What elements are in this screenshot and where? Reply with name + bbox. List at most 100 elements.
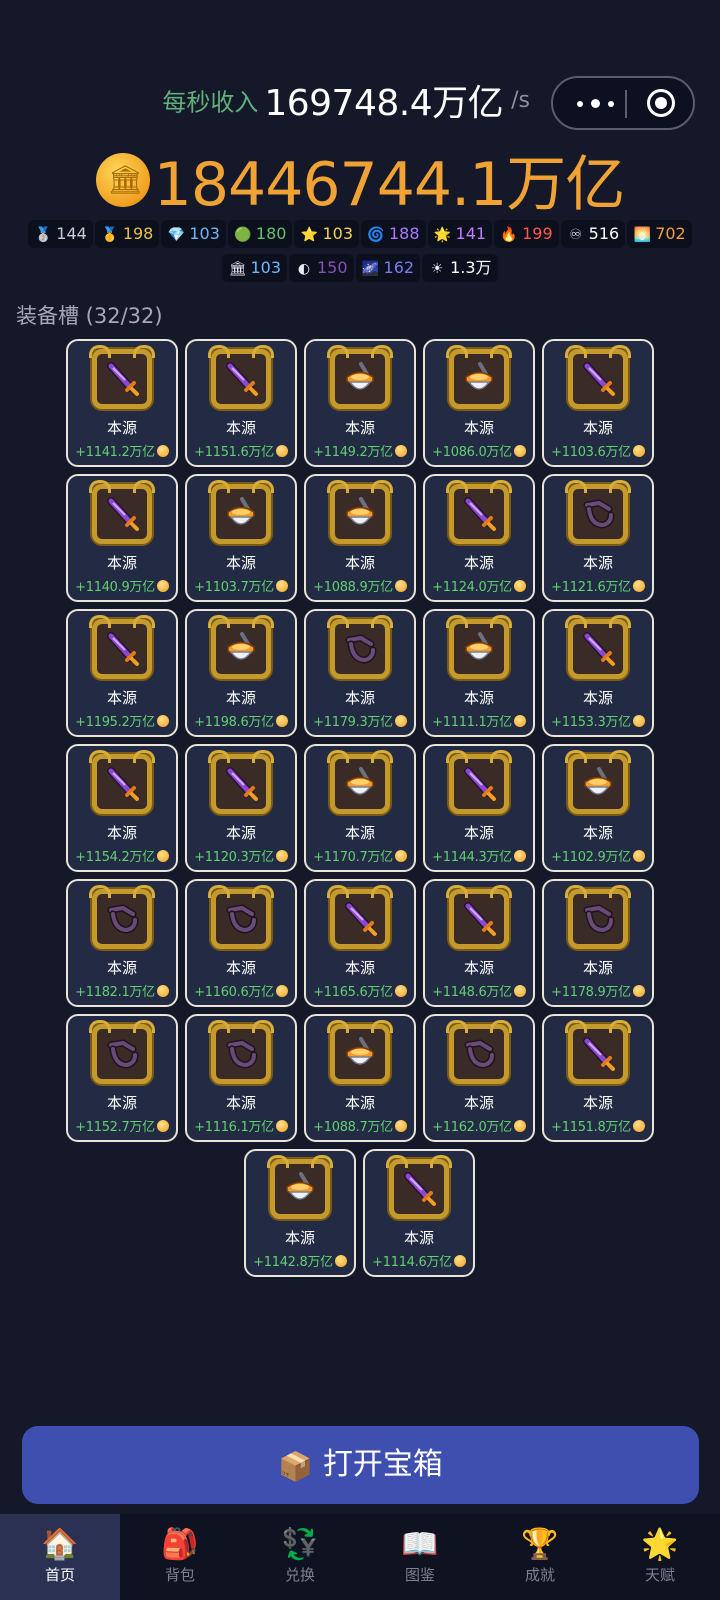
equipment-sword-icon bbox=[446, 750, 512, 814]
equipment-card[interactable]: 本源 +1160.6万亿 bbox=[185, 879, 297, 1007]
equipment-card[interactable]: 本源 +1178.9万亿 bbox=[542, 879, 654, 1007]
coin-icon bbox=[632, 850, 645, 862]
equipment-card[interactable]: 本源 +1111.1万亿 bbox=[423, 609, 535, 737]
equipment-card[interactable]: 本源 +1124.0万亿 bbox=[423, 474, 535, 602]
equipment-anchor-icon bbox=[208, 1020, 274, 1084]
coin-icon bbox=[156, 985, 169, 997]
tab-starburst[interactable]: 🌟 天赋 bbox=[600, 1514, 720, 1600]
tab-home[interactable]: 🏠 首页 bbox=[0, 1514, 120, 1600]
equipment-cauldron-icon bbox=[446, 615, 512, 679]
equipment-card[interactable]: 本源 +1195.2万亿 bbox=[66, 609, 178, 737]
equipment-card[interactable]: 本源 +1151.8万亿 bbox=[542, 1014, 654, 1142]
coin-icon bbox=[513, 715, 526, 727]
tab-book[interactable]: 📖 图鉴 bbox=[360, 1514, 480, 1600]
equipment-anchor-icon bbox=[327, 615, 393, 679]
capsule-divider bbox=[625, 90, 627, 118]
equipment-name: 本源 bbox=[582, 419, 613, 437]
equipment-card[interactable]: 本源 +1103.6万亿 bbox=[542, 339, 654, 467]
tab-backpack[interactable]: 🎒 背包 bbox=[120, 1514, 240, 1600]
equipment-card[interactable]: 本源 +1149.2万亿 bbox=[304, 339, 416, 467]
equipment-income: +1179.3万亿 bbox=[306, 711, 414, 730]
equipment-name: 本源 bbox=[344, 554, 375, 572]
equipment-name: 本源 bbox=[582, 689, 613, 707]
equipment-card[interactable]: 本源 +1144.3万亿 bbox=[423, 744, 535, 872]
equipment-anchor-icon bbox=[565, 480, 631, 544]
equipment-card[interactable]: 本源 +1151.6万亿 bbox=[185, 339, 297, 467]
equipment-card[interactable]: 本源 +1086.0万亿 bbox=[423, 339, 535, 467]
open-chest-button[interactable]: 📦 打开宝箱 bbox=[22, 1426, 699, 1504]
equipment-card[interactable]: 本源 +1140.9万亿 bbox=[66, 474, 178, 602]
close-target-icon[interactable] bbox=[647, 89, 675, 117]
more-menu-icon[interactable] bbox=[573, 92, 629, 114]
tab-label: 兑换 bbox=[284, 1566, 315, 1584]
coin-icon bbox=[156, 445, 169, 457]
equipment-card[interactable]: 本源 +1148.6万亿 bbox=[423, 879, 535, 1007]
equipment-card[interactable]: 本源 +1162.0万亿 bbox=[423, 1014, 535, 1142]
equipment-income: +1102.9万亿 bbox=[544, 846, 652, 865]
coin-icon bbox=[513, 1120, 526, 1132]
resource-badge: 🌟 141 bbox=[427, 220, 493, 248]
equipment-cauldron-icon bbox=[327, 1020, 393, 1084]
equipment-card[interactable]: 本源 +1153.3万亿 bbox=[542, 609, 654, 737]
coin-icon bbox=[275, 1120, 288, 1132]
equipment-card[interactable]: 本源 +1179.3万亿 bbox=[304, 609, 416, 737]
resource-count: 516 bbox=[588, 224, 620, 243]
resource-badge: 🟢 180 bbox=[227, 220, 293, 248]
equipment-cauldron-icon bbox=[267, 1155, 333, 1219]
equipment-card[interactable]: 本源 +1103.7万亿 bbox=[185, 474, 297, 602]
equipment-card[interactable]: 本源 +1182.1万亿 bbox=[66, 879, 178, 1007]
equipment-card[interactable]: 本源 +1198.6万亿 bbox=[185, 609, 297, 737]
coin-icon bbox=[632, 1120, 645, 1132]
balance-value: 18446744.1万亿 bbox=[153, 150, 626, 220]
equipment-sword-icon bbox=[565, 1020, 631, 1084]
equipment-card[interactable]: 本源 +1088.9万亿 bbox=[304, 474, 416, 602]
resource-count: 199 bbox=[522, 224, 553, 243]
star-icon: ⭐ bbox=[300, 227, 319, 243]
resource-count: 141 bbox=[455, 224, 487, 243]
tab-exchange[interactable]: 💱 兑换 bbox=[240, 1514, 360, 1600]
coin-icon bbox=[275, 985, 288, 997]
equipment-name: 本源 bbox=[582, 1094, 613, 1112]
resource-badge: 🏛 103 bbox=[222, 254, 287, 282]
equipment-name: 本源 bbox=[225, 689, 256, 707]
box-icon: 📦 bbox=[278, 1450, 313, 1483]
home-icon: 🏠 bbox=[41, 1527, 79, 1562]
equipment-card[interactable]: 本源 +1114.6万亿 bbox=[363, 1149, 475, 1277]
resource-count: 702 bbox=[655, 224, 686, 243]
equipment-income: +1182.1万亿 bbox=[68, 981, 176, 1000]
equipment-card[interactable]: 本源 +1088.7万亿 bbox=[304, 1014, 416, 1142]
sun-icon: 🌟 bbox=[433, 227, 452, 243]
equipment-card[interactable]: 本源 +1152.7万亿 bbox=[66, 1014, 178, 1142]
equipment-name: 本源 bbox=[344, 959, 375, 977]
resource-badge: 🌀 188 bbox=[361, 220, 426, 248]
coin-icon bbox=[394, 985, 407, 997]
equipment-card[interactable]: 本源 +1102.9万亿 bbox=[542, 744, 654, 872]
equipment-cauldron-icon bbox=[327, 480, 393, 544]
equipment-income: +1140.9万亿 bbox=[68, 576, 176, 595]
galaxy-icon: 🌀 bbox=[367, 227, 385, 243]
tab-label: 首页 bbox=[44, 1566, 75, 1584]
equipment-sword-icon bbox=[89, 615, 155, 679]
equipment-card[interactable]: 本源 +1170.7万亿 bbox=[304, 744, 416, 872]
equipment-card[interactable]: 本源 +1142.8万亿 bbox=[244, 1149, 356, 1277]
tab-trophy[interactable]: 🏆 成就 bbox=[480, 1514, 600, 1600]
open-chest-label: 打开宝箱 bbox=[322, 1447, 443, 1482]
equipment-card[interactable]: 本源 +1121.6万亿 bbox=[542, 474, 654, 602]
equipment-name: 本源 bbox=[106, 419, 137, 437]
resource-badges-row-2: 🏛 103 ◐ 150 🌌 162 ☀ 1.3万 bbox=[0, 254, 720, 282]
equipment-card[interactable]: 本源 +1165.6万亿 bbox=[304, 879, 416, 1007]
equipment-card[interactable]: 本源 +1116.1万亿 bbox=[185, 1014, 297, 1142]
equipment-cauldron-icon bbox=[446, 345, 512, 409]
equipment-income: +1178.9万亿 bbox=[544, 981, 652, 1000]
resource-badge: ☀ 1.3万 bbox=[422, 254, 498, 282]
equipment-card[interactable]: 本源 +1154.2万亿 bbox=[66, 744, 178, 872]
equipment-card[interactable]: 本源 +1120.3万亿 bbox=[185, 744, 297, 872]
equipment-name: 本源 bbox=[463, 1094, 494, 1112]
coin-icon bbox=[95, 152, 150, 207]
equipment-sword-icon bbox=[565, 345, 631, 409]
equipment-sword-icon bbox=[89, 345, 155, 409]
equipment-income: +1103.7万亿 bbox=[187, 576, 295, 595]
equipment-card[interactable]: 本源 +1141.2万亿 bbox=[66, 339, 178, 467]
equipment-name: 本源 bbox=[225, 419, 256, 437]
equipment-name: 本源 bbox=[463, 959, 494, 977]
